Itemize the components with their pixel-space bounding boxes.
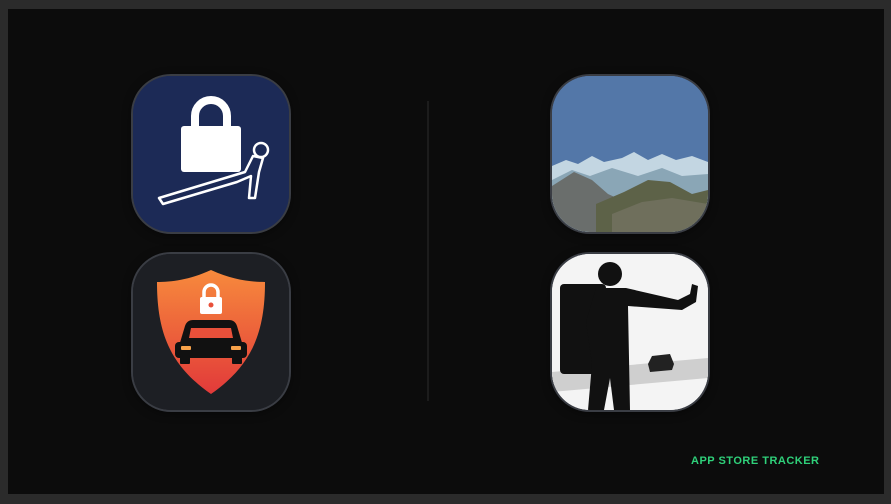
padlock-pushup-icon [133, 76, 289, 232]
car-security-shield-app-icon[interactable] [133, 254, 289, 410]
hitchhiker-app-icon[interactable] [552, 254, 708, 410]
app-store-tracker-watermark: APP STORE TRACKER [691, 455, 820, 467]
mountain-landscape-app-icon[interactable] [552, 76, 708, 232]
mountain-landscape-icon [552, 76, 708, 232]
car-shield-icon [133, 254, 289, 410]
padlock-pushup-app-icon[interactable] [133, 76, 289, 232]
center-divider [427, 101, 429, 401]
video-frame [8, 9, 884, 494]
hitchhiker-icon [552, 254, 708, 410]
